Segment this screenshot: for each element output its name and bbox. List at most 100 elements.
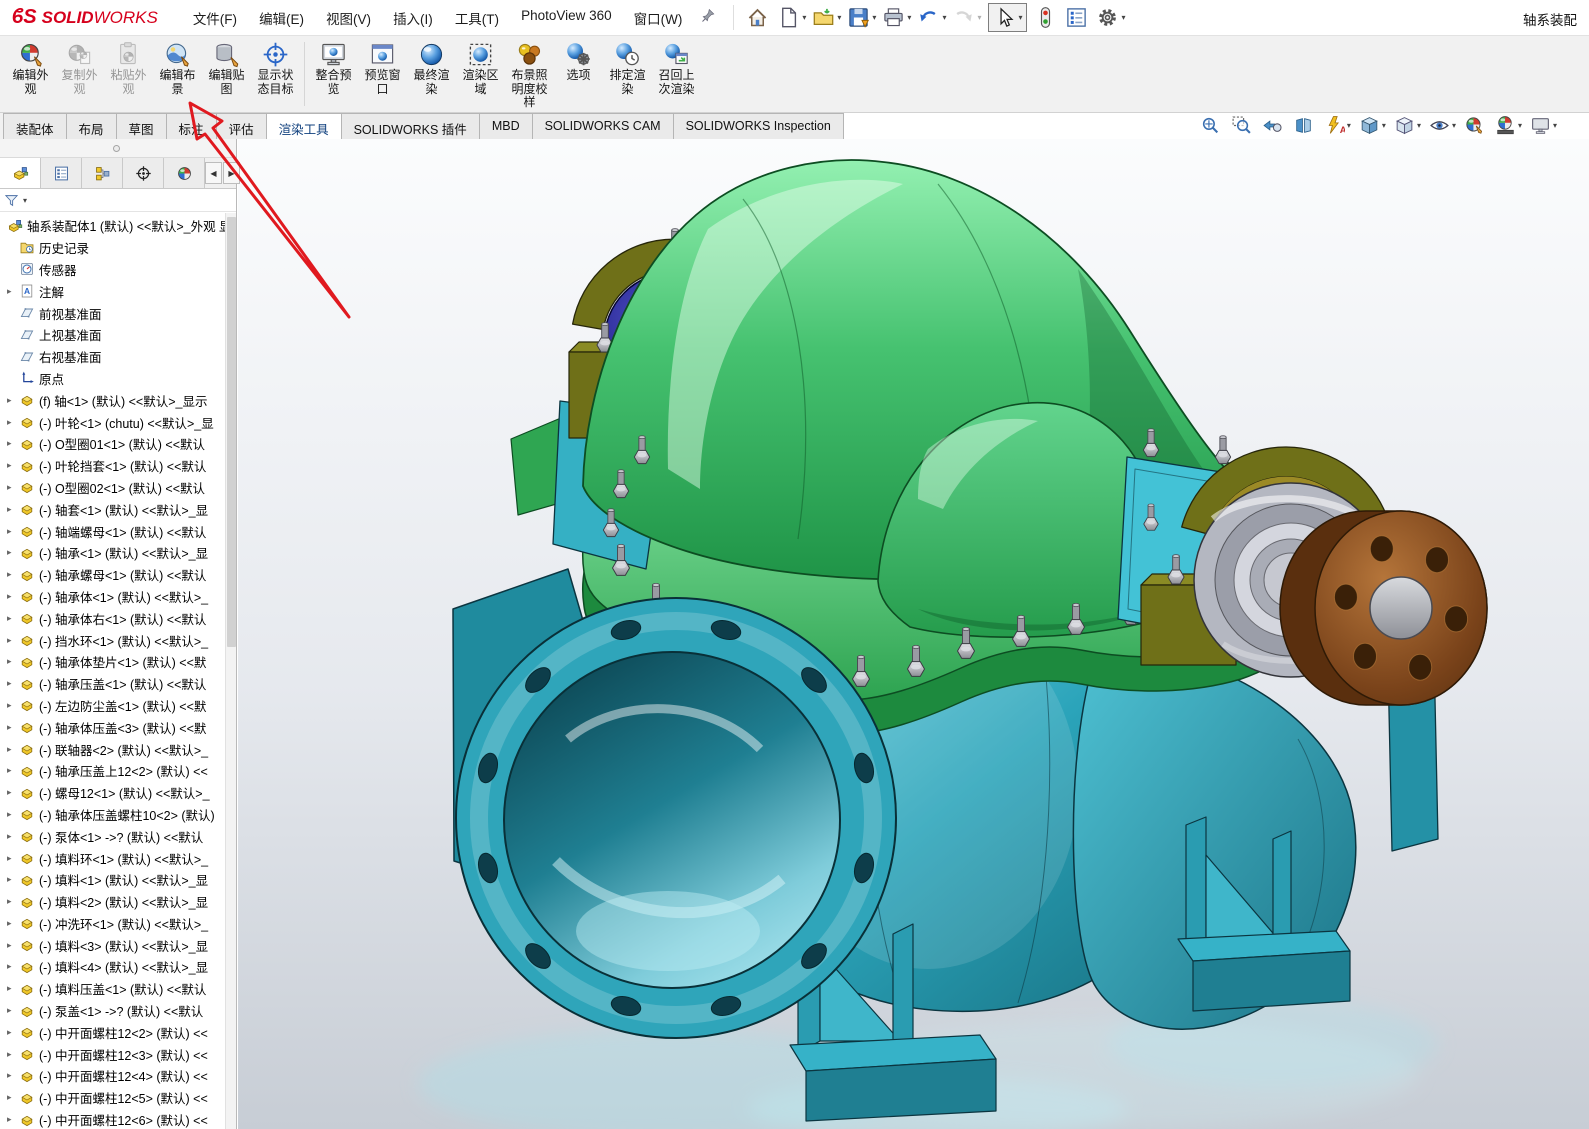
expand-arrow-icon[interactable]: ▸ [7, 635, 19, 646]
quick-toolbar-button[interactable]: ▾ [1094, 4, 1127, 31]
ribbon-button[interactable]: 选项 [554, 40, 603, 110]
panel-splitter[interactable] [0, 139, 236, 158]
ribbon-button[interactable]: 编辑布 景 [153, 40, 202, 96]
expand-arrow-icon[interactable]: ▸ [7, 613, 19, 624]
quick-toolbar-button[interactable]: ▾ [988, 3, 1028, 32]
expand-arrow-icon[interactable]: ▸ [7, 678, 19, 689]
expand-arrow-icon[interactable]: ▸ [7, 831, 19, 842]
expand-arrow-icon[interactable]: ▸ [7, 1114, 19, 1125]
expand-arrow-icon[interactable]: ▸ [7, 460, 19, 471]
menu-item[interactable]: 编辑(E) [248, 0, 315, 36]
tree-item[interactable]: 历史记录 [0, 237, 225, 259]
dropdown-caret[interactable]: ▾ [1452, 121, 1456, 130]
tree-item[interactable]: ▸ (-) 冲洗环<1> (默认) <<默认>_ [0, 913, 225, 935]
menu-item[interactable]: 窗口(W) [623, 0, 694, 36]
tree-item[interactable]: 上视基准面 [0, 324, 225, 346]
expand-arrow-icon[interactable]: ▸ [7, 591, 19, 602]
expand-arrow-icon[interactable]: ▸ [7, 547, 19, 558]
expand-arrow-icon[interactable]: ▸ [7, 961, 19, 972]
tree-item[interactable]: ▸ (-) 中开面螺柱12<4> (默认) << [0, 1065, 225, 1087]
tree-item[interactable]: ▸ (-) 轴承压盖上12<2> (默认) << [0, 760, 225, 782]
quick-toolbar-button[interactable]: ▾ [950, 4, 983, 31]
filter-dropdown-caret[interactable]: ▾ [23, 196, 27, 205]
tree-item[interactable]: ▸ (-) 轴承体垫片<1> (默认) <<默 [0, 651, 225, 673]
dropdown-caret[interactable]: ▾ [1347, 121, 1351, 130]
expand-arrow-icon[interactable]: ▸ [7, 417, 19, 428]
tree-item[interactable]: ▸ (f) 轴<1> (默认) <<默认>_显示 [0, 389, 225, 411]
dropdown-caret[interactable]: ▾ [977, 13, 981, 22]
dropdown-caret[interactable]: ▾ [942, 13, 946, 22]
heads-up-button[interactable] [1293, 115, 1316, 136]
quick-toolbar-button[interactable] [1032, 4, 1061, 31]
command-tab[interactable]: 布局 [65, 113, 117, 139]
tree-item[interactable]: ▸ (-) O型圈01<1> (默认) <<默认 [0, 433, 225, 455]
panel-scroll-left-button[interactable]: ◀ [205, 162, 222, 184]
quick-toolbar-button[interactable]: ▾ [775, 4, 808, 31]
ribbon-button[interactable]: 复制外 观 [55, 40, 104, 96]
dropdown-caret[interactable]: ▾ [1018, 13, 1022, 22]
tree-item[interactable]: 右视基准面 [0, 346, 225, 368]
heads-up-button[interactable] [1200, 115, 1223, 136]
menu-item[interactable]: 文件(F) [182, 0, 248, 36]
expand-arrow-icon[interactable]: ▸ [7, 874, 19, 885]
command-tab[interactable]: 评估 [215, 113, 267, 139]
dropdown-caret[interactable]: ▾ [802, 13, 806, 22]
dropdown-caret[interactable]: ▾ [1553, 121, 1557, 130]
tree-item[interactable]: ▸ (-) 联轴器<2> (默认) <<默认>_ [0, 738, 225, 760]
quick-toolbar-button[interactable]: ▾ [810, 4, 843, 31]
dropdown-caret[interactable]: ▾ [1417, 121, 1421, 130]
tree-item[interactable]: ▸ (-) 泵盖<1> ->? (默认) <<默认 [0, 1000, 225, 1022]
heads-up-button[interactable] [1464, 115, 1487, 136]
expand-arrow-icon[interactable]: ▸ [7, 1049, 19, 1060]
expand-arrow-icon[interactable]: ▸ [7, 1070, 19, 1081]
ribbon-button[interactable]: 预览窗 口 [358, 40, 407, 110]
expand-arrow-icon[interactable]: ▸ [7, 940, 19, 951]
tree-item[interactable]: ▸ (-) 中开面螺柱12<2> (默认) << [0, 1021, 225, 1043]
feature-manager-tab[interactable] [82, 158, 123, 188]
expand-arrow-icon[interactable]: ▸ [7, 526, 19, 537]
filter-icon[interactable] [4, 193, 19, 208]
dropdown-caret[interactable]: ▾ [907, 13, 911, 22]
tree-item[interactable]: ▸ (-) 叶轮挡套<1> (默认) <<默认 [0, 455, 225, 477]
pump-model-3d[interactable] [238, 139, 1589, 1129]
tree-item[interactable]: ▸ (-) 轴承体<1> (默认) <<默认>_ [0, 586, 225, 608]
heads-up-button[interactable] [1231, 115, 1254, 136]
tree-item[interactable]: ▸ (-) 轴套<1> (默认) <<默认>_显 [0, 498, 225, 520]
dropdown-caret[interactable]: ▾ [1121, 13, 1125, 22]
ribbon-button[interactable]: 布景照 明度校 样 [505, 40, 554, 110]
ribbon-button[interactable]: 最终渲 染 [407, 40, 456, 110]
command-tab[interactable]: SOLIDWORKS Inspection [672, 113, 844, 139]
expand-arrow-icon[interactable]: ▸ [7, 569, 19, 580]
tree-item[interactable]: ▸ (-) 填料<4> (默认) <<默认>_显 [0, 956, 225, 978]
command-tab[interactable]: SOLIDWORKS CAM [531, 113, 674, 139]
expand-arrow-icon[interactable]: ▸ [7, 809, 19, 820]
tree-item[interactable]: ▸ (-) 轴承体压盖<3> (默认) <<默 [0, 716, 225, 738]
panel-scroll-right-button[interactable]: ▶ [223, 162, 240, 184]
expand-arrow-icon[interactable]: ▸ [7, 656, 19, 667]
tree-item[interactable]: 轴系装配体1 (默认) <<默认>_外观 显 [0, 215, 225, 237]
expand-arrow-icon[interactable]: ▸ [7, 744, 19, 755]
tree-item[interactable]: ▸ (-) 轴承体压盖螺柱10<2> (默认) [0, 804, 225, 826]
feature-manager-tab[interactable] [164, 158, 205, 188]
tree-scrollbar[interactable] [225, 213, 236, 1129]
tree-item[interactable]: ▸ (-) 填料压盖<1> (默认) <<默认 [0, 978, 225, 1000]
ribbon-button[interactable]: 粘贴外 观 [104, 40, 153, 96]
tree-item[interactable]: ▸ (-) 中开面螺柱12<3> (默认) << [0, 1043, 225, 1065]
dropdown-caret[interactable]: ▾ [837, 13, 841, 22]
graphics-viewport[interactable] [238, 139, 1589, 1129]
tree-item[interactable]: ▸ (-) 轴承压盖<1> (默认) <<默认 [0, 673, 225, 695]
dropdown-caret[interactable]: ▾ [1518, 121, 1522, 130]
ribbon-button[interactable]: 显示状 态目标 [251, 40, 300, 96]
tree-item[interactable]: ▸ (-) 轴承<1> (默认) <<默认>_显 [0, 542, 225, 564]
feature-manager-tab[interactable] [41, 158, 82, 188]
ribbon-button[interactable]: 召回上 次渲染 [652, 40, 701, 110]
tree-item[interactable]: ▸ (-) 轴端螺母<1> (默认) <<默认 [0, 520, 225, 542]
shaft-coupling[interactable] [1279, 510, 1488, 706]
tree-item[interactable]: ▸ (-) 填料环<1> (默认) <<默认>_ [0, 847, 225, 869]
tree-item[interactable]: ▸ (-) 螺母12<1> (默认) <<默认>_ [0, 782, 225, 804]
expand-arrow-icon[interactable]: ▸ [7, 1027, 19, 1038]
quick-toolbar-button[interactable]: ▾ [845, 4, 878, 31]
ribbon-button[interactable]: 编辑外 观 [6, 40, 55, 96]
tree-item[interactable]: ▸ (-) O型圈02<1> (默认) <<默认 [0, 477, 225, 499]
menu-item[interactable]: 插入(I) [382, 0, 444, 36]
